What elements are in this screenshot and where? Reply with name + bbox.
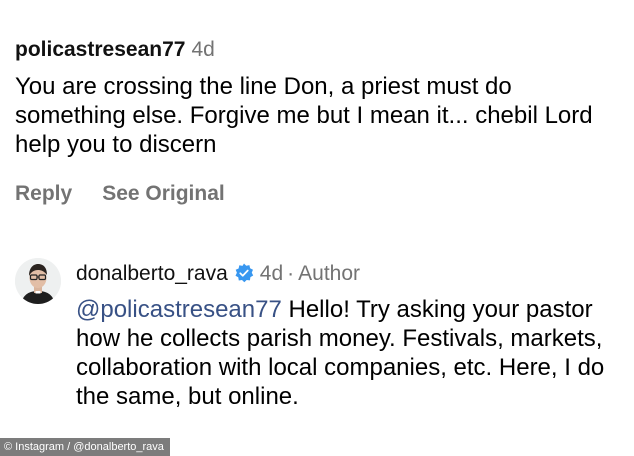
reply-text: @policastresean77 Hello! Try asking your… <box>76 295 621 411</box>
reply-button[interactable]: Reply <box>15 182 72 206</box>
reply-header: donalberto_rava 4d · Author <box>76 260 621 288</box>
watermark: © Instagram / @donalberto_rava <box>0 438 170 456</box>
reply-username[interactable]: donalberto_rava <box>76 262 228 285</box>
author-label: Author <box>298 262 361 285</box>
comment-username[interactable]: policastresean77 <box>15 38 185 61</box>
comment: policastresean77 4d You are crossing the … <box>15 36 625 206</box>
avatar-icon <box>15 258 61 304</box>
comment-thread: policastresean77 4d You are crossing the … <box>0 0 634 456</box>
separator-dot: · <box>287 262 295 285</box>
reply-body: donalberto_rava 4d · Author @policastresea… <box>76 260 621 411</box>
comment-actions: Reply See Original <box>15 182 625 206</box>
verified-badge-icon <box>235 263 253 283</box>
comment-header: policastresean77 4d <box>15 36 625 64</box>
comment-timestamp: 4d <box>191 38 215 61</box>
reply-timestamp: 4d <box>259 262 284 285</box>
mention-link[interactable]: @policastresean77 <box>76 296 282 323</box>
avatar[interactable] <box>15 258 61 304</box>
see-original-button[interactable]: See Original <box>102 182 225 206</box>
comment-text: You are crossing the line Don, a priest … <box>15 73 593 158</box>
